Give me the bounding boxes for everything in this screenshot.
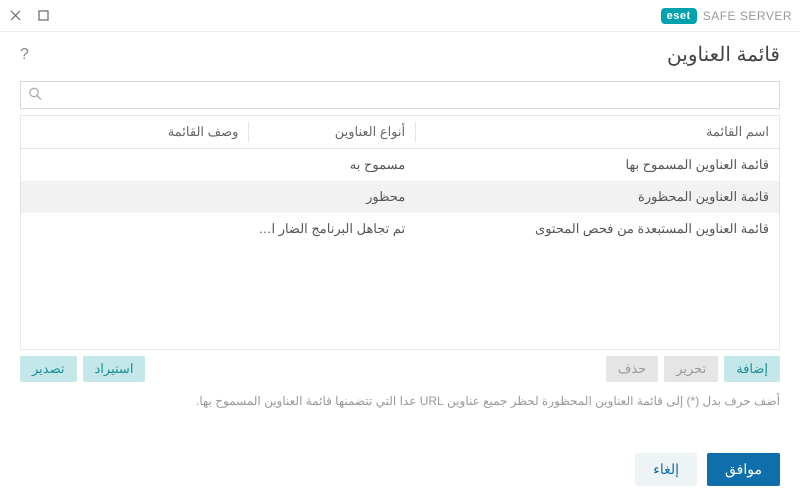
export-button[interactable]: تصدير <box>20 356 77 382</box>
edit-button[interactable]: تحرير <box>664 356 718 382</box>
close-icon[interactable] <box>8 9 22 23</box>
table-row[interactable]: قائمة العناوين المستبعدة من فحص المحتوىت… <box>21 213 779 245</box>
search-input[interactable] <box>20 81 780 109</box>
action-bar: إضافة تحرير حذف استيراد تصدير <box>20 356 780 382</box>
cell-name: قائمة العناوين المسموح بها <box>415 149 779 181</box>
import-button[interactable]: استيراد <box>83 356 146 382</box>
brand-product: SAFE SERVER <box>703 9 792 23</box>
col-header-type[interactable]: أنواع العناوين <box>248 116 415 148</box>
cell-type: مسموح به <box>248 149 415 181</box>
table-body: قائمة العناوين المسموح بهامسموح بهقائمة … <box>21 149 779 349</box>
add-button[interactable]: إضافة <box>724 356 780 382</box>
help-icon[interactable]: ? <box>20 46 29 64</box>
search-wrap <box>20 81 780 109</box>
cancel-button[interactable]: إلغاء <box>635 453 697 486</box>
table-row[interactable]: قائمة العناوين المحظورةمحظور <box>21 181 779 213</box>
cell-desc <box>21 213 248 245</box>
address-table: اسم القائمة أنواع العناوين وصف القائمة ق… <box>20 115 780 350</box>
hint-text: أضف حرف بدل (*) إلى قائمة العناوين المحظ… <box>20 394 780 408</box>
window-controls <box>8 9 50 23</box>
table-row[interactable]: قائمة العناوين المسموح بهامسموح به <box>21 149 779 181</box>
col-header-desc[interactable]: وصف القائمة <box>21 116 248 148</box>
cell-desc <box>21 149 248 181</box>
cell-name: قائمة العناوين المحظورة <box>415 181 779 213</box>
cell-name: قائمة العناوين المستبعدة من فحص المحتوى <box>415 213 779 245</box>
titlebar: eset SAFE SERVER <box>0 0 800 32</box>
cell-desc <box>21 181 248 213</box>
dialog-footer: إلغاء موافق <box>0 439 800 500</box>
maximize-icon[interactable] <box>36 9 50 23</box>
cell-type: تم تجاهل البرنامج الضار الذ... <box>248 213 415 245</box>
page-title: قائمة العناوين <box>667 42 780 67</box>
brand: eset SAFE SERVER <box>661 8 792 24</box>
brand-logo: eset <box>661 8 697 24</box>
cell-type: محظور <box>248 181 415 213</box>
table-header: اسم القائمة أنواع العناوين وصف القائمة <box>21 115 779 149</box>
delete-button[interactable]: حذف <box>606 356 658 382</box>
ok-button[interactable]: موافق <box>707 453 780 486</box>
col-header-name[interactable]: اسم القائمة <box>415 116 779 148</box>
